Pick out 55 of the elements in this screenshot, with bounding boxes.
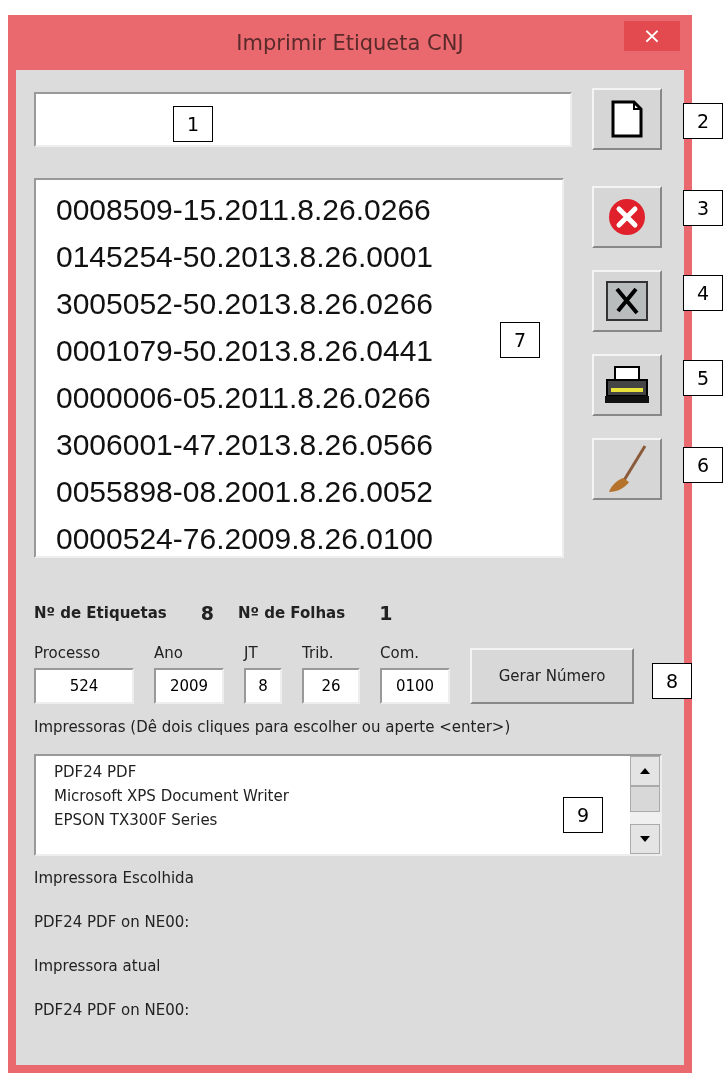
printer-item[interactable]: Microsoft XPS Document Writer xyxy=(54,784,289,808)
printers-label: Impressoras (Dê dois cliques para escolher ou aperte <enter>) xyxy=(34,718,512,736)
info-text: PDF24 PDF on NE00: xyxy=(34,1000,191,1021)
cancel-button[interactable] xyxy=(592,186,662,248)
callout-label: 4 xyxy=(683,275,723,311)
count-label: Nº de Folhas xyxy=(238,604,346,622)
process-number[interactable]: 0145254-50.2013.8.26.0001 xyxy=(56,233,434,280)
process-number[interactable]: 0001079-50.2013.8.26.0441 xyxy=(56,327,434,374)
new-button[interactable] xyxy=(592,88,662,150)
input-field[interactable]: 8 xyxy=(244,668,282,704)
callout-label: 1 xyxy=(173,106,213,142)
count-value: 1 xyxy=(379,602,393,624)
delete-button[interactable] xyxy=(592,270,662,332)
input-field[interactable]: 524 xyxy=(34,668,134,704)
callout-label: 8 xyxy=(652,663,692,699)
info-text: Impressora Escolhida xyxy=(34,868,195,889)
window-title: Imprimir Etiqueta CNJ xyxy=(236,30,464,55)
field-label: Processo xyxy=(34,644,102,662)
field-label: JT xyxy=(244,644,259,662)
process-number[interactable]: 0008509-15.2011.8.26.0266 xyxy=(56,186,431,233)
info-text: PDF24 PDF on NE00: xyxy=(34,912,191,933)
printer-icon xyxy=(603,364,651,406)
info-text: Impressora atual xyxy=(34,956,162,977)
up-arrow-icon[interactable] xyxy=(640,768,650,774)
callout-label: 9 xyxy=(563,797,603,833)
error-icon xyxy=(607,197,647,237)
scrollbar[interactable] xyxy=(630,756,660,854)
printer-item[interactable]: EPSON TX300F Series xyxy=(54,808,218,832)
process-number[interactable]: 0000006-05.2011.8.26.0266 xyxy=(56,374,431,421)
clear-button[interactable] xyxy=(592,438,662,500)
process-number[interactable]: 3005052-50.2013.8.26.0266 xyxy=(56,280,434,327)
callout-label: 2 xyxy=(683,103,723,139)
generate-button[interactable]: Gerar Número xyxy=(470,648,634,704)
field-label: Com. xyxy=(380,644,421,662)
close-button[interactable]: × xyxy=(624,21,680,51)
input-field[interactable]: 0100 xyxy=(380,668,450,704)
callout-label: 6 xyxy=(683,447,723,483)
process-number[interactable]: 0055898-08.2001.8.26.0052 xyxy=(56,468,434,515)
callout-label: 7 xyxy=(500,322,540,358)
count-value: 8 xyxy=(200,602,214,624)
print-button[interactable] xyxy=(592,354,662,416)
callout-label: 5 xyxy=(683,360,723,396)
down-arrow-icon[interactable] xyxy=(640,836,650,842)
input-field[interactable]: 26 xyxy=(302,668,360,704)
field-label: Trib. xyxy=(302,644,335,662)
count-label: Nº de Etiquetas xyxy=(34,604,167,622)
process-number[interactable]: 0000524-76.2009.8.26.0100 xyxy=(56,515,434,562)
document-icon xyxy=(610,99,644,139)
field-label: Ano xyxy=(154,644,184,662)
process-number[interactable]: 3006001-47.2013.8.26.0566 xyxy=(56,421,434,468)
callout-label: 3 xyxy=(683,190,723,226)
input-field[interactable] xyxy=(34,91,572,147)
printer-item[interactable]: PDF24 PDF xyxy=(54,760,137,784)
input-field[interactable]: 2009 xyxy=(154,668,224,704)
x-icon xyxy=(606,281,648,321)
